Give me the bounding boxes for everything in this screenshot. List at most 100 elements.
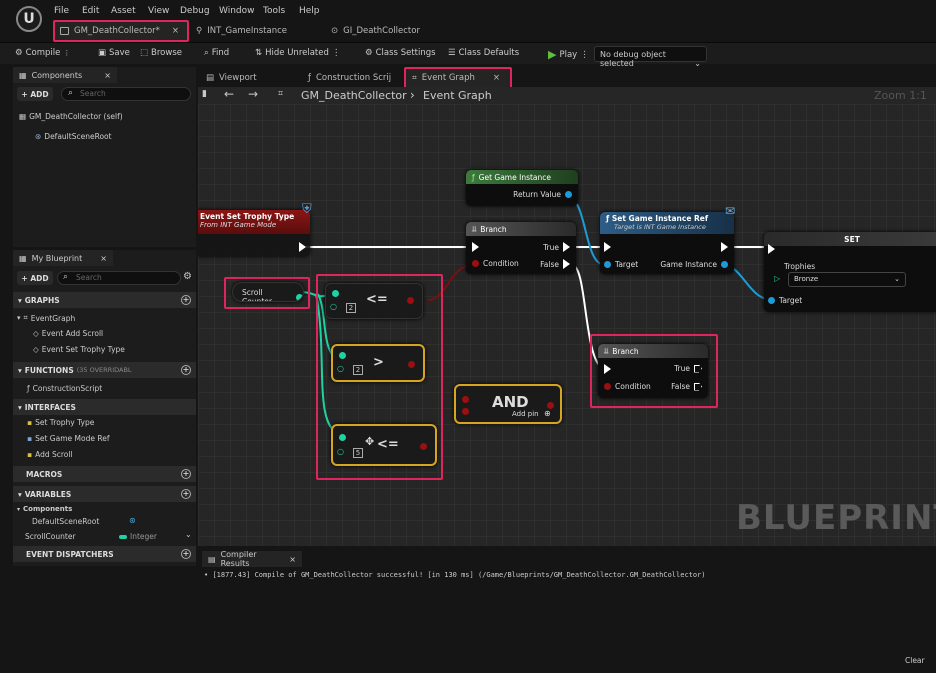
component-default-scene-root[interactable]: ⊛ DefaultSceneRoot (35, 132, 112, 141)
variables-components-group[interactable]: ▾ Components (17, 505, 72, 513)
node-greater-than[interactable]: ○ 2 > (331, 344, 425, 382)
function-construction-script[interactable]: ƒ ConstructionScript (27, 384, 102, 393)
event-dispatchers-section[interactable]: EVENT DISPATCHERS + (13, 546, 196, 562)
branch2-exec-in[interactable] (604, 364, 611, 374)
compile-button[interactable]: ⚙ Compile ⋮ (15, 48, 70, 58)
node-branch-2[interactable]: ⫫ Branch True Condition False (598, 344, 708, 398)
clear-button[interactable]: Clear (905, 656, 925, 665)
op3-value[interactable]: 5 (353, 448, 363, 458)
forward-arrow-icon[interactable]: → (248, 87, 258, 101)
tab-viewport[interactable]: ▤ Viewport (206, 69, 257, 87)
and-add-pin-label[interactable]: Add pin (512, 410, 539, 418)
op2-out[interactable] (408, 361, 415, 368)
class-defaults-button[interactable]: ☰ Class Defaults (448, 48, 519, 58)
save-button[interactable]: ▣ Save (98, 48, 130, 58)
bookmark-icon[interactable]: ▮ (202, 89, 207, 99)
op1-pin-b-icon[interactable]: ○ (330, 302, 337, 311)
compiler-results-tab[interactable]: ▤ Compiler Results × (202, 550, 302, 568)
op3-pin-b-icon[interactable]: ○ (337, 447, 344, 456)
variables-section[interactable]: ▾ VARIABLES + (13, 486, 196, 502)
variable-scroll-counter[interactable]: ScrollCounter (25, 532, 76, 541)
branch1-exec-in[interactable] (472, 242, 479, 252)
doc-tab-gi-deathcollector[interactable]: ⊙ GI_DeathCollector (331, 22, 420, 40)
op2-value[interactable]: 2 (353, 365, 363, 375)
menu-file[interactable]: File (54, 6, 69, 16)
variable-default-scene-root[interactable]: DefaultSceneRoot (32, 517, 99, 526)
my-blueprint-search-input[interactable]: Search (57, 271, 181, 285)
set-gi-out[interactable]: Game Instance (660, 260, 728, 269)
set-gi-exec-out[interactable] (721, 242, 728, 252)
add-graph-icon[interactable]: + (181, 295, 191, 305)
interface-set-trophy-type[interactable]: ▪ Set Trophy Type (27, 418, 94, 427)
play-button[interactable]: ▶ Play ⋮ (548, 48, 589, 61)
menu-edit[interactable]: Edit (82, 6, 99, 16)
my-blueprint-tab[interactable]: ▦ My Blueprint × (13, 250, 113, 266)
op3-pin-a[interactable] (339, 434, 346, 441)
op1-out[interactable] (407, 297, 414, 304)
branch2-false-out[interactable]: False (671, 382, 702, 391)
back-arrow-icon[interactable]: ← (224, 87, 234, 101)
interface-add-scroll[interactable]: ▪ Add Scroll (27, 450, 73, 459)
graph-event-add-scroll[interactable]: ◇ Event Add Scroll (33, 329, 103, 338)
node-get-game-instance[interactable]: ƒ Get Game Instance Return Value (466, 170, 578, 206)
graphs-section[interactable]: ▾ GRAPHS + (13, 292, 196, 308)
component-self[interactable]: ▦ GM_DeathCollector (self) (19, 112, 123, 121)
branch1-false-out[interactable]: False (540, 259, 570, 269)
graph-eventgraph[interactable]: ▾ ⌗ EventGraph (17, 313, 75, 323)
scroll-counter-out[interactable]: Scroll Counter (242, 288, 303, 301)
interfaces-section[interactable]: ▾ INTERFACES (13, 399, 196, 415)
close-icon[interactable]: × (172, 26, 179, 36)
add-component-button[interactable]: + ADD (17, 87, 53, 101)
unreal-logo-icon[interactable]: U (16, 6, 42, 32)
add-function-icon[interactable]: + (181, 365, 191, 375)
and-pin-b[interactable] (462, 408, 469, 415)
add-macro-icon[interactable]: + (181, 469, 191, 479)
and-pin-a[interactable] (462, 396, 469, 403)
node-less-equal-2[interactable]: ○ 5 ✥ <= (331, 424, 437, 466)
components-search-input[interactable]: Search (61, 87, 191, 101)
menu-help[interactable]: Help (299, 6, 320, 16)
node-event-set-trophy-type[interactable]: Event Set Trophy Type From INT Game Mode (198, 210, 310, 256)
node-set-trophies[interactable]: SET Trophies ▷ Bronze ⌄ Target (764, 232, 936, 312)
add-variable-icon[interactable]: + (181, 489, 191, 499)
menu-tools[interactable]: Tools (263, 6, 285, 16)
breadcrumb-graph[interactable]: Event Graph (423, 89, 492, 102)
hide-unrelated-button[interactable]: ⇅ Hide Unrelated ⋮ (255, 48, 340, 58)
branch2-condition-in[interactable]: Condition (604, 382, 651, 391)
close-icon[interactable]: × (100, 254, 107, 263)
functions-section[interactable]: ▾ FUNCTIONS (35 OVERRIDABL + (13, 362, 196, 378)
add-dispatcher-icon[interactable]: + (181, 549, 191, 559)
menu-view[interactable]: View (148, 6, 169, 16)
tab-event-graph[interactable]: ⌗ Event Graph × (404, 67, 512, 89)
set-gi-target-in[interactable]: Target (604, 260, 638, 269)
menu-asset[interactable]: Asset (111, 6, 136, 16)
branch2-true-out[interactable]: True (674, 364, 702, 373)
and-out[interactable] (547, 402, 554, 409)
breadcrumb-class[interactable]: GM_DeathCollector (301, 89, 407, 102)
op2-pin-b-icon[interactable]: ○ (337, 364, 344, 373)
op2-pin-a[interactable] (339, 352, 346, 359)
class-settings-button[interactable]: ⚙ Class Settings (365, 48, 436, 58)
menu-debug[interactable]: Debug (180, 6, 210, 16)
set-target-in[interactable]: Target (768, 296, 802, 305)
close-icon[interactable]: × (104, 71, 111, 80)
pin-return-value[interactable]: Return Value (513, 190, 572, 199)
op3-out[interactable] (420, 443, 427, 450)
chevron-down-icon[interactable]: ⌄ (185, 530, 192, 539)
components-tab[interactable]: ▦ Components × (13, 67, 117, 83)
set-exec-in[interactable] (768, 244, 775, 254)
branch1-true-out[interactable]: True (543, 242, 570, 252)
node-branch-1[interactable]: ⫫ Branch True Condition False (466, 222, 576, 274)
close-icon[interactable]: × (493, 73, 500, 83)
find-button[interactable]: ⌕ Find (204, 48, 229, 58)
close-icon[interactable]: × (289, 555, 296, 564)
macros-section[interactable]: MACROS + (13, 466, 196, 482)
set-gi-exec-in[interactable] (604, 242, 611, 252)
node-less-equal-1[interactable]: ○ 2 <= (325, 283, 423, 319)
doc-tab-int-gameinstance[interactable]: ⚲ INT_GameInstance (196, 22, 287, 40)
node-set-game-instance-ref[interactable]: ƒ Set Game Instance Ref Target is INT Ga… (600, 212, 734, 274)
variable-type-integer[interactable]: Integer (119, 532, 157, 541)
graph-event-set-trophy-type[interactable]: ◇ Event Set Trophy Type (33, 345, 125, 354)
trophies-enum-select[interactable]: Bronze ⌄ (788, 272, 906, 287)
add-pin-icon[interactable]: ⊕ (544, 409, 551, 418)
